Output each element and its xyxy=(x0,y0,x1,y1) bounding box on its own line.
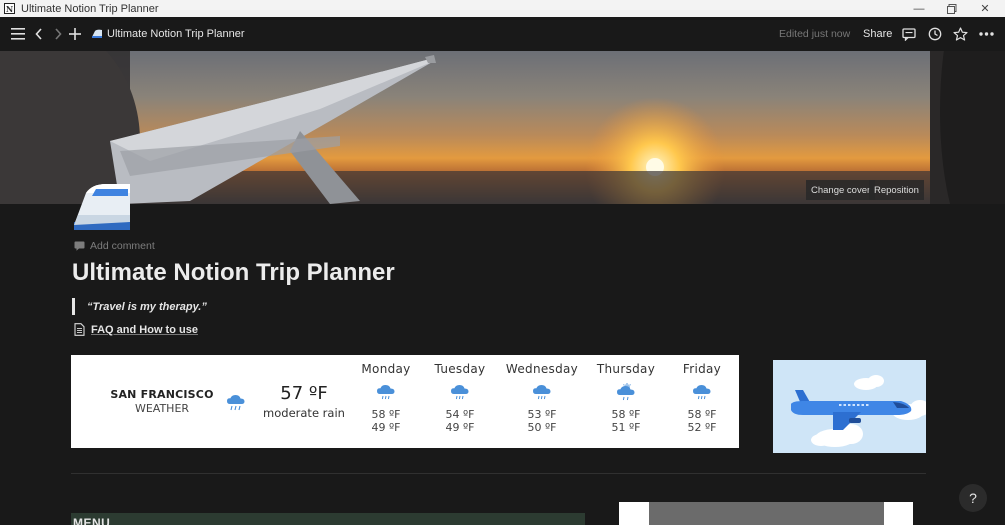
page-title[interactable]: Ultimate Notion Trip Planner xyxy=(72,259,395,287)
notion-topbar: Ultimate Notion Trip Planner Edited just… xyxy=(0,17,1005,51)
close-icon[interactable]: ✕ xyxy=(970,0,1000,17)
forecast-low: 49 ºF xyxy=(445,421,475,434)
forecast-day: Tuesday 54 ºF 49 ºF xyxy=(420,362,500,434)
more-options-icon[interactable] xyxy=(976,17,996,51)
train-page-icon-large[interactable] xyxy=(72,183,132,231)
change-cover-button[interactable]: Change cover xyxy=(806,180,876,200)
forecast-high: 58 ºF xyxy=(611,408,641,421)
forecast-high: 53 ºF xyxy=(527,408,557,421)
rain-cloud-icon xyxy=(502,381,582,403)
weather-city: SAN FRANCISCO xyxy=(110,388,214,401)
comment-icon xyxy=(74,241,85,251)
forecast-day: Monday 58 ºF 49 ºF xyxy=(346,362,426,434)
comments-icon[interactable] xyxy=(900,17,918,51)
add-comment-button[interactable]: Add comment xyxy=(74,240,155,252)
forward-arrow-icon[interactable] xyxy=(50,17,66,51)
new-page-plus-icon[interactable] xyxy=(67,17,83,51)
forecast-day-name: Wednesday xyxy=(505,362,579,376)
window-titlebar: N Ultimate Notion Trip Planner — ✕ xyxy=(0,0,1005,17)
restore-icon[interactable] xyxy=(937,0,967,17)
section-divider xyxy=(71,473,926,474)
forecast-low: 50 ºF xyxy=(527,421,557,434)
notion-app-icon: N xyxy=(4,3,15,14)
forecast-day-name: Thursday xyxy=(596,362,656,376)
document-icon xyxy=(74,323,85,336)
forecast-day: Wednesday 53 ºF 50 ºF xyxy=(502,362,582,434)
minimize-icon[interactable]: — xyxy=(904,0,934,17)
rain-cloud-icon xyxy=(226,394,246,416)
train-page-icon xyxy=(90,17,104,51)
menu-heading: MENU xyxy=(73,516,111,525)
forecast-low: 51 ºF xyxy=(611,421,641,434)
airplane-illustration[interactable] xyxy=(773,360,926,453)
faq-link-label: FAQ and How to use xyxy=(91,323,198,336)
current-temperature: 57 ºF xyxy=(280,383,328,404)
history-clock-icon[interactable] xyxy=(926,17,944,51)
window-title: Ultimate Notion Trip Planner xyxy=(21,2,159,15)
help-button[interactable]: ? xyxy=(959,484,987,512)
reposition-button[interactable]: Reposition xyxy=(869,180,924,200)
forecast-day-name: Monday xyxy=(361,362,411,376)
forecast-low: 49 ºF xyxy=(371,421,401,434)
quote-block[interactable]: “Travel is my therapy.” xyxy=(72,298,207,315)
rain-cloud-icon xyxy=(346,381,426,403)
edited-status: Edited just now xyxy=(779,28,851,40)
cover-image: Change cover Reposition xyxy=(0,51,1005,204)
favorite-star-icon[interactable] xyxy=(951,17,969,51)
forecast-day-name: Tuesday xyxy=(434,362,486,376)
menu-section[interactable]: MENU xyxy=(71,513,585,525)
sun-rain-cloud-icon xyxy=(586,381,666,403)
faq-page-link[interactable]: FAQ and How to use xyxy=(74,323,198,336)
weather-location: SAN FRANCISCO WEATHER xyxy=(101,388,223,415)
forecast-low: 52 ºF xyxy=(687,421,717,434)
weather-label: WEATHER xyxy=(134,402,190,415)
photo-gallery-preview[interactable] xyxy=(619,502,913,525)
rain-cloud-icon xyxy=(420,381,500,403)
weather-widget[interactable]: SAN FRANCISCO WEATHER 57 ºF moderate rai… xyxy=(71,355,739,448)
forecast-high: 54 ºF xyxy=(445,408,475,421)
photo-image xyxy=(649,502,884,525)
add-comment-label: Add comment xyxy=(90,240,155,252)
share-button[interactable]: Share xyxy=(863,17,892,51)
breadcrumb-page-title[interactable]: Ultimate Notion Trip Planner xyxy=(107,17,245,51)
forecast-day-name: Friday xyxy=(682,362,722,376)
forecast-high: 58 ºF xyxy=(687,408,717,421)
forecast-day: Thursday 58 ºF 51 ºF xyxy=(586,362,666,434)
forecast-day: Friday 58 ºF 52 ºF xyxy=(662,362,742,434)
current-description: moderate rain xyxy=(263,406,345,420)
forecast-high: 58 ºF xyxy=(371,408,401,421)
sidebar-menu-icon[interactable] xyxy=(8,17,28,51)
rain-cloud-icon xyxy=(662,381,742,403)
current-weather: 57 ºF moderate rain xyxy=(261,383,347,420)
back-arrow-icon[interactable] xyxy=(31,17,47,51)
